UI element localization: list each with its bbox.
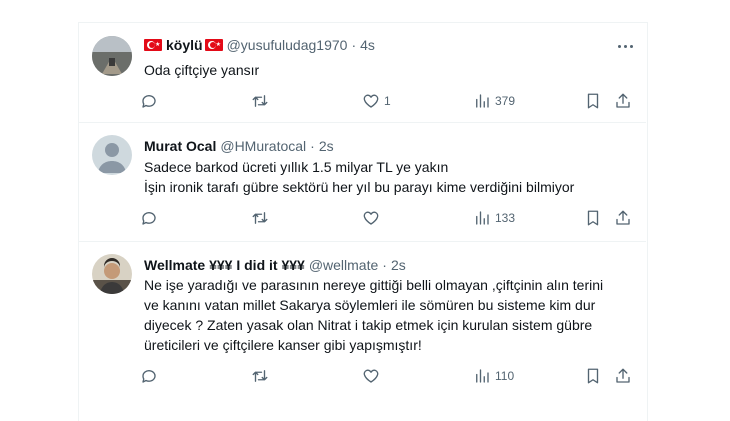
timestamp[interactable]: 2s bbox=[391, 256, 406, 274]
tweet[interactable]: Murat Ocal @HMuratocal · 2s Sadece barko… bbox=[78, 122, 646, 242]
default-user-icon bbox=[92, 135, 132, 175]
tweet-actions: 133 bbox=[140, 208, 640, 228]
bookmark-icon bbox=[587, 368, 599, 384]
retweet-icon bbox=[252, 212, 268, 224]
like-button[interactable]: 1 bbox=[362, 91, 391, 111]
person-photo-icon bbox=[92, 254, 132, 294]
avatar[interactable] bbox=[92, 254, 132, 294]
reply-icon bbox=[142, 212, 156, 225]
tweet[interactable]: ★ köylü ★ @yusufuludag1970 · 4s Oda çift… bbox=[78, 22, 646, 123]
tweet-text: Oda çiftçiye yansır bbox=[144, 60, 628, 80]
heart-icon bbox=[363, 211, 379, 225]
views-chart-icon bbox=[476, 211, 489, 225]
tweet-text-line: Sadece barkod ücreti yıllık 1.5 milyar T… bbox=[144, 159, 449, 175]
tweet-text-line: ve kanını vatan millet Sakarya söylemler… bbox=[144, 297, 596, 313]
separator-dot: · bbox=[310, 138, 315, 154]
bookmark-icon bbox=[587, 93, 599, 109]
reply-icon bbox=[142, 95, 156, 108]
display-name[interactable]: Murat Ocal bbox=[144, 137, 216, 155]
views-button[interactable]: 133 bbox=[473, 208, 515, 228]
retweet-icon bbox=[252, 370, 268, 382]
bookmark-button[interactable] bbox=[584, 366, 602, 386]
landscape-photo-icon bbox=[92, 36, 132, 76]
avatar[interactable] bbox=[92, 135, 132, 175]
retweet-button[interactable] bbox=[251, 91, 273, 111]
tweet[interactable]: Wellmate ¥¥¥ I did it ¥¥¥ @wellmate · 2s… bbox=[78, 241, 646, 420]
view-count: 110 bbox=[495, 369, 515, 383]
like-button[interactable] bbox=[362, 366, 384, 386]
share-button[interactable] bbox=[614, 91, 632, 111]
tweet-text: Ne işe yaradığı ve parasının nereye gitt… bbox=[144, 275, 628, 355]
tweet-text-line: Oda çiftçiye yansır bbox=[144, 62, 260, 78]
share-button[interactable] bbox=[614, 208, 632, 228]
bookmark-button[interactable] bbox=[584, 91, 602, 111]
timestamp[interactable]: 4s bbox=[360, 36, 375, 54]
user-handle[interactable]: @HMuratocal bbox=[220, 137, 306, 155]
timestamp[interactable]: 2s bbox=[319, 137, 334, 155]
heart-icon bbox=[363, 369, 379, 383]
tweet-actions: 1 379 bbox=[140, 91, 640, 111]
tweet-text-line: diyecek ? Zaten yasak olan Nitrat i taki… bbox=[144, 317, 593, 333]
bookmark-icon bbox=[587, 210, 599, 226]
tweet-actions: 110 bbox=[140, 366, 640, 386]
share-icon bbox=[616, 93, 630, 108]
reply-icon bbox=[142, 370, 156, 383]
tweet-text-line: Ne işe yaradığı ve parasının nereye gitt… bbox=[144, 277, 604, 293]
tweet-text: Sadece barkod ücreti yıllık 1.5 milyar T… bbox=[144, 157, 628, 197]
tweet-header: ★ köylü ★ @yusufuludag1970 · 4s bbox=[144, 36, 632, 54]
tweet-header: Murat Ocal @HMuratocal · 2s bbox=[144, 137, 632, 155]
tweet-text-line: üreticileri ve çiftçilere kanser gibi ya… bbox=[144, 337, 422, 353]
bookmark-button[interactable] bbox=[584, 208, 602, 228]
share-button[interactable] bbox=[614, 366, 632, 386]
reply-button[interactable] bbox=[140, 366, 162, 386]
view-count: 133 bbox=[495, 211, 516, 225]
share-icon bbox=[616, 210, 630, 225]
turkey-flag-icon: ★ bbox=[144, 39, 162, 51]
like-button[interactable] bbox=[362, 208, 384, 228]
more-options-icon[interactable] bbox=[614, 37, 636, 55]
share-icon bbox=[616, 368, 630, 383]
heart-icon bbox=[363, 94, 379, 108]
views-chart-icon bbox=[476, 369, 489, 383]
separator-dot: · bbox=[351, 37, 357, 53]
tweet-text-line: İşin ironik tarafı gübre sektörü her yıl… bbox=[144, 179, 575, 195]
views-button[interactable]: 110 bbox=[473, 366, 514, 386]
retweet-button[interactable] bbox=[251, 366, 273, 386]
view-count: 379 bbox=[495, 94, 516, 108]
display-name[interactable]: Wellmate ¥¥¥ I did it ¥¥¥ bbox=[144, 256, 305, 274]
reply-button[interactable] bbox=[140, 91, 162, 111]
reply-button[interactable] bbox=[140, 208, 162, 228]
avatar[interactable] bbox=[92, 36, 132, 76]
like-count: 1 bbox=[384, 94, 391, 108]
display-name[interactable]: köylü bbox=[166, 36, 203, 54]
views-chart-icon bbox=[476, 94, 489, 108]
separator-dot: · bbox=[382, 257, 387, 273]
retweet-icon bbox=[252, 95, 268, 107]
turkey-flag-icon: ★ bbox=[204, 39, 223, 51]
tweet-header: Wellmate ¥¥¥ I did it ¥¥¥ @wellmate · 2s bbox=[144, 256, 632, 274]
views-button[interactable]: 379 bbox=[473, 91, 515, 111]
retweet-button[interactable] bbox=[251, 208, 273, 228]
user-handle[interactable]: @yusufuludag1970 bbox=[227, 36, 348, 54]
user-handle[interactable]: @wellmate bbox=[309, 256, 378, 274]
